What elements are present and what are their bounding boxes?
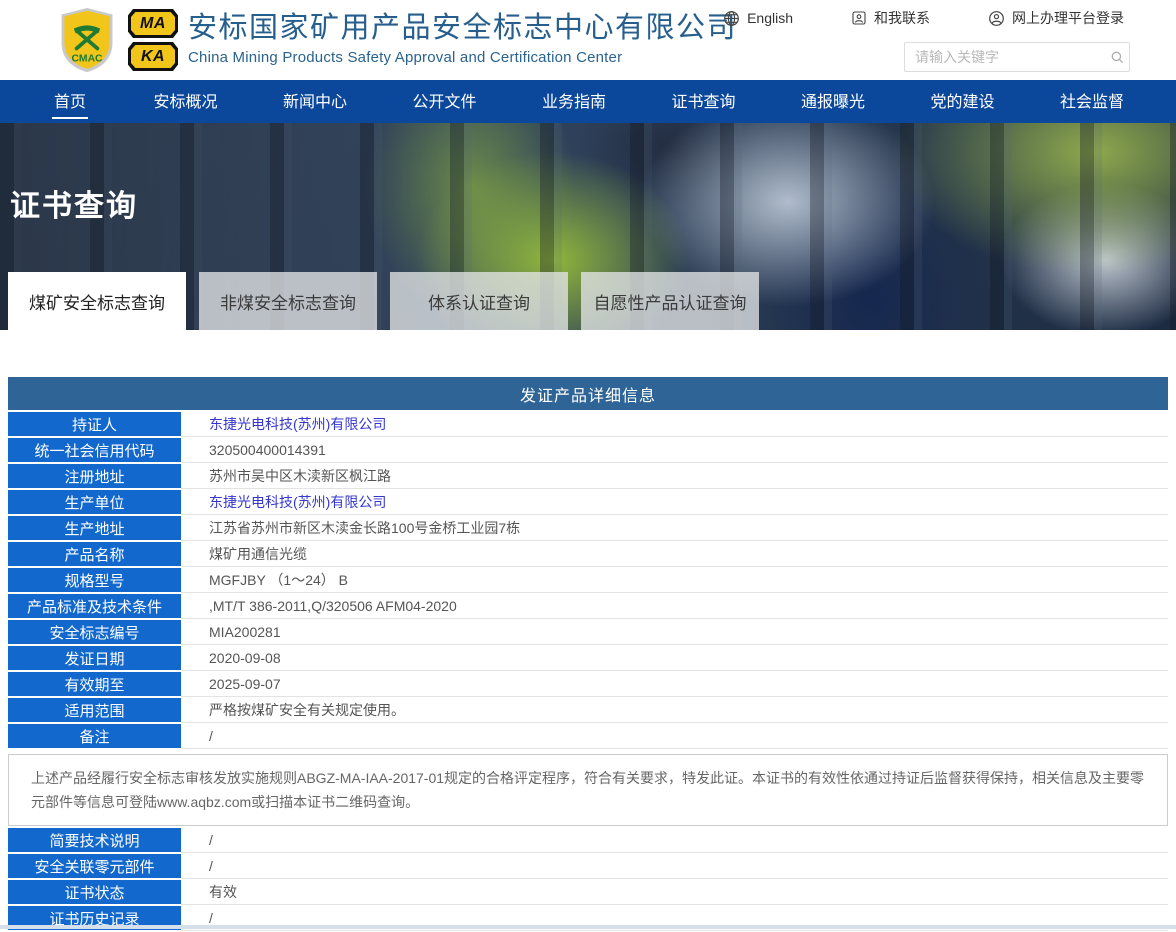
globe-icon	[723, 10, 740, 27]
contact-link[interactable]: 和我联系	[851, 8, 930, 28]
user-icon	[988, 10, 1005, 27]
table-row: 安全标志编号MIA200281	[8, 620, 1168, 646]
page: CMAC MA KA 安标国家矿用产品安全标志中心有限公司 China Mini…	[0, 0, 1176, 929]
tab-voluntary-product-certification-query[interactable]: 自愿性产品认证查询	[581, 272, 759, 330]
table-row: 注册地址苏州市吴中区木渎新区枫江路	[8, 464, 1168, 490]
table-row: 发证日期2020-09-08	[8, 646, 1168, 672]
table-row: 备注/	[8, 724, 1168, 750]
nav-item-exposure[interactable]: 通报曝光	[801, 80, 865, 123]
search-box	[904, 42, 1130, 72]
table-row: 证书状态有效	[8, 880, 1168, 906]
site-header: CMAC MA KA 安标国家矿用产品安全标志中心有限公司 China Mini…	[0, 0, 1176, 80]
site-title-en: China Mining Products Safety Approval an…	[188, 49, 737, 66]
ka-badge: KA	[128, 42, 178, 71]
certificate-detail: 发证产品详细信息 持证人东捷光电科技(苏州)有限公司 统一社会信用代码32050…	[0, 330, 1176, 932]
certificate-rows: 持证人东捷光电科技(苏州)有限公司 统一社会信用代码32050040001439…	[8, 412, 1168, 750]
tab-non-coal-safety-mark-query[interactable]: 非煤安全标志查询	[199, 272, 377, 330]
nav-item-overview[interactable]: 安标概况	[153, 80, 217, 123]
nav-item-social-supervision[interactable]: 社会监督	[1060, 80, 1124, 123]
table-row: 简要技术说明/	[8, 828, 1168, 854]
search-icon[interactable]	[1106, 50, 1129, 65]
certificate-statement: 上述产品经履行安全标志审核发放实施规则ABGZ-MA-IAA-2017-01规定…	[8, 754, 1168, 826]
main-nav: 首页 安标概况 新闻中心 公开文件 业务指南 证书查询 通报曝光 党的建设 社会…	[0, 80, 1176, 123]
manufacturer-link[interactable]: 东捷光电科技(苏州)有限公司	[181, 489, 1168, 515]
table-title: 发证产品详细信息	[8, 377, 1168, 410]
nav-item-home[interactable]: 首页	[52, 80, 88, 123]
site-titles: 安标国家矿用产品安全标志中心有限公司 China Mining Products…	[188, 10, 737, 66]
contact-card-icon	[851, 10, 867, 26]
site-logo[interactable]: CMAC MA KA	[56, 7, 178, 73]
login-link[interactable]: 网上办理平台登录	[988, 8, 1124, 28]
svg-text:CMAC: CMAC	[71, 54, 103, 65]
table-row: 产品标准及技术条件,MT/T 386-2011,Q/320506 AFM04-2…	[8, 594, 1168, 620]
certificate-rows-2: 简要技术说明/ 安全关联零元部件/ 证书状态有效 证书历史记录/	[8, 828, 1168, 932]
table-row: 生产单位东捷光电科技(苏州)有限公司	[8, 490, 1168, 516]
table-row: 产品名称煤矿用通信光缆	[8, 542, 1168, 568]
table-row: 持证人东捷光电科技(苏州)有限公司	[8, 412, 1168, 438]
top-links: English 和我联系	[723, 8, 1124, 28]
table-row: 规格型号MGFJBY （1～24） B	[8, 568, 1168, 594]
page-title: 证书查询	[10, 181, 138, 225]
cmac-shield-icon: CMAC	[56, 7, 118, 73]
certificate-holder-link[interactable]: 东捷光电科技(苏州)有限公司	[181, 411, 1168, 437]
query-tabs: 煤矿安全标志查询 非煤安全标志查询 体系认证查询 自愿性产品认证查询	[8, 272, 759, 330]
table-row: 统一社会信用代码320500400014391	[8, 438, 1168, 464]
nav-item-party-building[interactable]: 党的建设	[930, 80, 994, 123]
nav-item-certificate-query[interactable]: 证书查询	[671, 80, 735, 123]
site-title-cn: 安标国家矿用产品安全标志中心有限公司	[188, 10, 737, 46]
banner: 证书查询 煤矿安全标志查询 非煤安全标志查询 体系认证查询 自愿性产品认证查询	[0, 123, 1176, 330]
search-input[interactable]	[905, 49, 1106, 65]
nav-item-public-files[interactable]: 公开文件	[412, 80, 476, 123]
ma-badge: MA	[128, 9, 178, 38]
tab-coal-mine-safety-mark-query[interactable]: 煤矿安全标志查询	[8, 272, 186, 330]
table-row: 生产地址江苏省苏州市新区木渎金长路100号金桥工业园7栋	[8, 516, 1168, 542]
footer-divider	[0, 925, 1176, 929]
english-link[interactable]: English	[723, 10, 793, 27]
table-row: 有效期至2025-09-07	[8, 672, 1168, 698]
tab-system-certification-query[interactable]: 体系认证查询	[390, 272, 568, 330]
table-row: 适用范围严格按煤矿安全有关规定使用。	[8, 698, 1168, 724]
nav-item-business-guide[interactable]: 业务指南	[542, 80, 606, 123]
nav-item-news[interactable]: 新闻中心	[283, 80, 347, 123]
maka-logo: MA KA	[128, 9, 178, 71]
table-row: 安全关联零元部件/	[8, 854, 1168, 880]
